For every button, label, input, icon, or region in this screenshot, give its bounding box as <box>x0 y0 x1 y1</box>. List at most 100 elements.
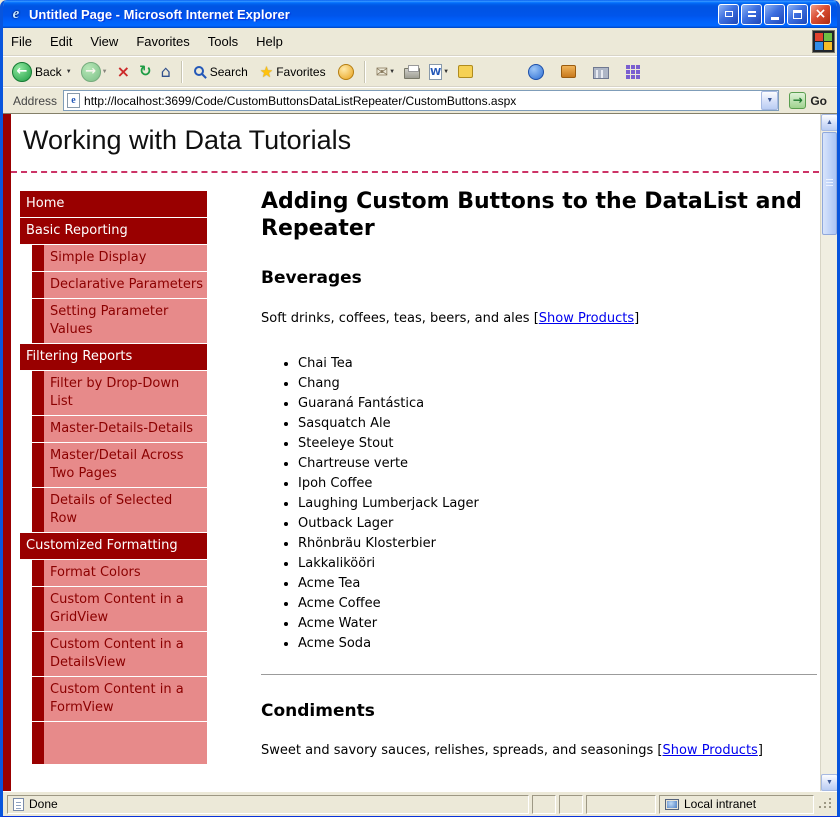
research-button[interactable] <box>590 63 612 81</box>
bracket-close: ] <box>758 743 763 758</box>
status-pane-empty-3 <box>586 795 656 814</box>
article: Adding Custom Buttons to the DataList an… <box>261 188 817 759</box>
sidebar-item-home[interactable]: Home <box>20 191 207 217</box>
status-pane-empty-1 <box>532 795 556 814</box>
title-bar: e Untitled Page - Microsoft Internet Exp… <box>3 0 837 28</box>
close-button[interactable]: × <box>810 4 831 25</box>
extra-tool-button-2[interactable] <box>623 63 643 81</box>
maximize-button[interactable] <box>787 4 808 25</box>
show-products-link-beverages[interactable]: Show Products <box>539 311 634 326</box>
address-dropdown-button[interactable]: ▼ <box>761 91 778 110</box>
product-item: Lakkalikööri <box>298 554 817 574</box>
product-list: Chai Tea Chang Guaraná Fantástica Sasqua… <box>261 354 817 654</box>
product-item: Chartreuse verte <box>298 454 817 474</box>
toolbar-separator <box>364 61 366 83</box>
scroll-down-button[interactable]: ▼ <box>821 774 837 791</box>
product-item: Ipoh Coffee <box>298 474 817 494</box>
go-arrow-icon: → <box>789 92 806 109</box>
minimize-icon <box>771 17 779 20</box>
sidebar-item-master-detail-two-pages[interactable]: Master/Detail Across Two Pages <box>32 443 207 487</box>
menu-item-favorites[interactable]: Favorites <box>136 34 189 49</box>
titlebar-extra-button-2[interactable] <box>741 4 762 25</box>
scrollbar-thumb[interactable] <box>822 132 837 235</box>
intro-text: Soft drinks, coffees, teas, beers, and a… <box>261 311 530 326</box>
word-icon: W <box>429 64 442 80</box>
address-input[interactable]: e http://localhost:3699/Code/CustomButto… <box>63 90 779 111</box>
back-button[interactable]: ← Back ▼ <box>9 60 75 84</box>
sidebar-item-format-colors[interactable]: Format Colors <box>32 560 207 586</box>
sidebar-item-declarative-parameters[interactable]: Declarative Parameters <box>32 272 207 298</box>
mail-icon: ✉ <box>376 63 389 81</box>
messenger-icon <box>528 64 544 80</box>
sidebar-item-partially-visible[interactable] <box>32 722 207 764</box>
window-title: Untitled Page - Microsoft Internet Explo… <box>29 7 718 22</box>
address-label: Address <box>13 94 57 108</box>
media-button[interactable] <box>335 62 357 82</box>
security-zone-pane: Local intranet <box>659 795 814 814</box>
forward-button[interactable]: → ▼ <box>78 60 111 84</box>
print-button[interactable] <box>401 63 423 81</box>
sidebar-section-customized-formatting[interactable]: Customized Formatting <box>20 533 207 559</box>
minimize-button[interactable] <box>764 4 785 25</box>
search-icon <box>194 66 204 76</box>
bracket-close: ] <box>634 311 639 326</box>
go-button[interactable]: → Go <box>785 91 833 110</box>
go-label: Go <box>810 94 827 108</box>
show-products-link-condiments[interactable]: Show Products <box>662 743 757 758</box>
sidebar-item-master-details-details[interactable]: Master-Details-Details <box>32 416 207 442</box>
product-item: Acme Soda <box>298 634 817 654</box>
forward-icon: → <box>81 62 101 82</box>
forward-dropdown-icon: ▼ <box>102 69 108 75</box>
sidebar-item-custom-content-detailsview[interactable]: Custom Content in a DetailsView <box>32 632 207 676</box>
sidebar-item-custom-content-gridview[interactable]: Custom Content in a GridView <box>32 587 207 631</box>
sidebar-item-simple-display[interactable]: Simple Display <box>32 245 207 271</box>
sidebar-item-filter-by-dropdown-list[interactable]: Filter by Drop-Down List <box>32 371 207 415</box>
refresh-button[interactable]: ↻ <box>136 62 155 81</box>
menu-item-tools[interactable]: Tools <box>208 34 238 49</box>
scroll-down-icon: ▼ <box>826 779 833 786</box>
menu-item-edit[interactable]: Edit <box>50 34 72 49</box>
back-label: Back <box>35 65 62 79</box>
messenger-button[interactable] <box>525 62 547 82</box>
extra-tool-button-1[interactable] <box>558 63 579 80</box>
stop-button[interactable]: × <box>114 62 133 82</box>
maximize-icon <box>793 10 802 19</box>
edit-with-word-button[interactable]: W ▼ <box>426 62 452 82</box>
window-resize-grip[interactable] <box>817 795 833 814</box>
standard-buttons-toolbar: ← Back ▼ → ▼ × ↻ ⌂ Search ★ Favorites ✉ … <box>3 56 837 87</box>
home-button[interactable]: ⌂ <box>158 62 174 82</box>
home-icon: ⌂ <box>161 64 171 80</box>
status-page-icon <box>13 798 24 811</box>
toolbar-separator <box>181 61 183 83</box>
discuss-button[interactable] <box>455 63 476 80</box>
vertical-scrollbar[interactable]: ▲ ▼ <box>820 114 837 791</box>
category-intro-condiments: Sweet and savory sauces, relishes, sprea… <box>261 742 817 759</box>
titlebar-extra-button-1[interactable] <box>718 4 739 25</box>
back-icon: ← <box>12 62 32 82</box>
menu-item-help[interactable]: Help <box>256 34 283 49</box>
sidebar-section-basic-reporting[interactable]: Basic Reporting <box>20 218 207 244</box>
sidebar-item-details-of-selected-row[interactable]: Details of Selected Row <box>32 488 207 532</box>
address-bar: Address e http://localhost:3699/Code/Cus… <box>3 87 837 113</box>
product-item: Chai Tea <box>298 354 817 374</box>
window-controls: × <box>718 4 831 25</box>
menu-item-file[interactable]: File <box>11 34 32 49</box>
search-button[interactable]: Search <box>190 63 254 81</box>
sidebar-section-filtering-reports[interactable]: Filtering Reports <box>20 344 207 370</box>
sidebar-item-setting-parameter-values[interactable]: Setting Parameter Values <box>32 299 207 343</box>
product-item: Acme Coffee <box>298 594 817 614</box>
window-bars-icon <box>748 11 756 17</box>
favorites-button[interactable]: ★ Favorites <box>257 61 332 83</box>
edit-dropdown-icon: ▼ <box>443 69 449 75</box>
mail-button[interactable]: ✉ ▼ <box>373 61 399 83</box>
toolbar-right-cluster <box>525 62 643 82</box>
product-item: Steeleye Stout <box>298 434 817 454</box>
close-icon: × <box>815 7 827 21</box>
sidebar-item-custom-content-formview[interactable]: Custom Content in a FormView <box>32 677 207 721</box>
product-item: Sasquatch Ale <box>298 414 817 434</box>
scroll-up-button[interactable]: ▲ <box>821 114 837 131</box>
local-intranet-icon <box>665 799 679 810</box>
menu-item-view[interactable]: View <box>90 34 118 49</box>
status-message-pane: Done <box>7 795 529 814</box>
article-title: Adding Custom Buttons to the DataList an… <box>261 188 817 242</box>
